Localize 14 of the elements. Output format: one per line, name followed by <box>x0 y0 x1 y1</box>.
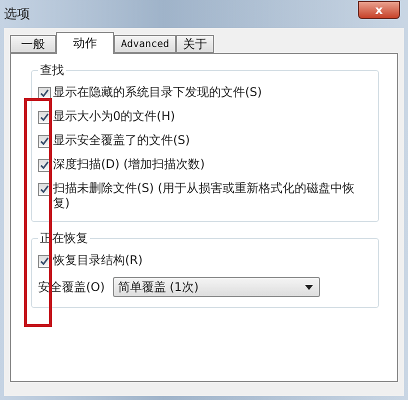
window-title: 选项 <box>4 6 30 23</box>
tab[interactable]: Advanced <box>114 35 176 53</box>
dropdown[interactable]: 简单覆盖 (1次) <box>112 277 320 297</box>
checkbox-label: 扫描未删除文件(S) (用于从损害或重新格式化的磁盘中恢复) <box>53 181 356 211</box>
checkbox-label: 显示安全覆盖了的文件(S) <box>53 133 190 148</box>
tab[interactable]: 关于 <box>176 35 214 53</box>
caret-icon <box>304 284 313 290</box>
group-title: 查找 <box>39 62 65 79</box>
checkbox-label: 深度扫描(D) (增加扫描次数) <box>53 157 205 172</box>
tab[interactable]: 动作 <box>56 32 114 54</box>
tab[interactable]: 一般 <box>10 35 56 53</box>
checkbox-label: 显示在隐藏的系统目录下发现的文件(S) <box>53 85 262 100</box>
checkbox-label: 恢复目录结构(R) <box>53 253 143 268</box>
checkbox-label: 显示大小为0的文件(H) <box>53 109 176 124</box>
